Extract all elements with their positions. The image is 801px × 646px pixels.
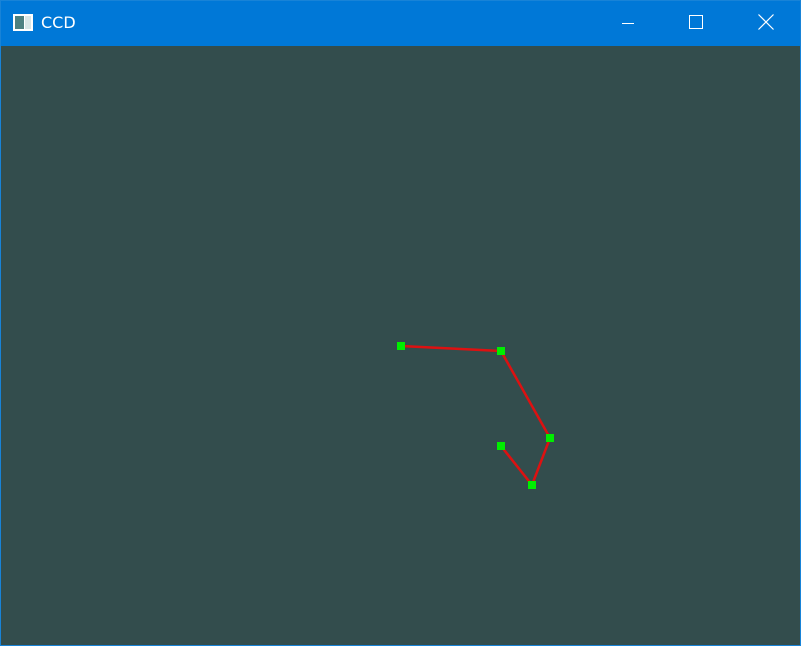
- arm-segment: [530, 437, 552, 486]
- arm-joint[interactable]: [497, 347, 505, 355]
- arm-joint[interactable]: [528, 481, 536, 489]
- close-button[interactable]: [743, 1, 789, 46]
- window-title: CCD: [41, 13, 76, 32]
- arm-segment: [499, 350, 552, 439]
- ik-chain-canvas[interactable]: [1, 46, 800, 645]
- close-icon: [758, 13, 774, 34]
- arm-joint[interactable]: [546, 434, 554, 442]
- maximize-icon: [689, 14, 703, 33]
- minimize-button[interactable]: [605, 1, 651, 46]
- arm-segment: [500, 445, 533, 486]
- maximize-button[interactable]: [673, 1, 719, 46]
- minimize-icon: [622, 14, 634, 33]
- render-canvas-area[interactable]: [1, 46, 800, 645]
- arm-segment: [400, 344, 502, 353]
- title-bar[interactable]: CCD: [1, 1, 800, 46]
- app-window: CCD: [0, 0, 801, 646]
- arm-base-joint[interactable]: [397, 342, 405, 350]
- app-window-icon: [13, 14, 33, 31]
- arm-end-effector[interactable]: [497, 442, 505, 450]
